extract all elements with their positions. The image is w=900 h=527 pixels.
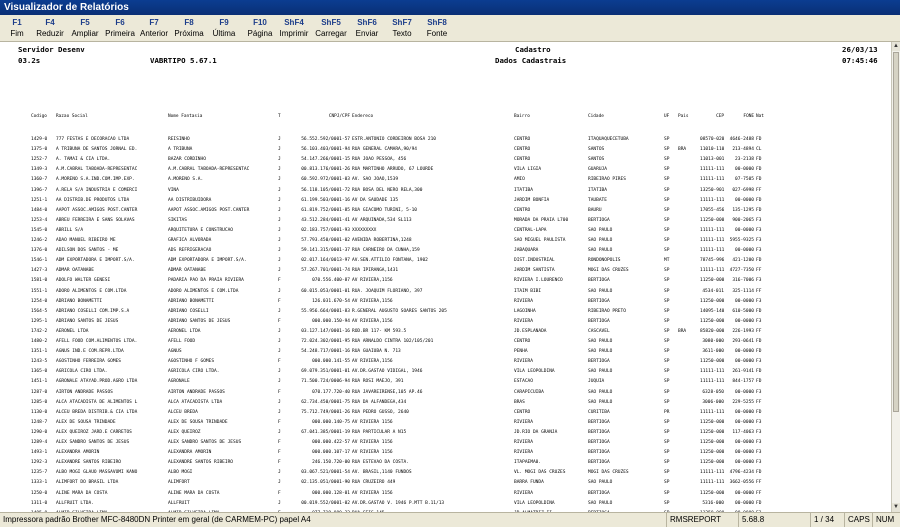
report-date: 26/03/13 [842, 45, 878, 54]
window-title: Visualizador de Relatórios [0, 0, 900, 15]
toolbar-label: Página [247, 29, 273, 38]
report-product: VABRTIPO 5.67.1 [150, 56, 217, 65]
toolbar-button-carregar[interactable]: ShF5 Carregar [314, 16, 348, 41]
scroll-down-arrow-icon[interactable]: ▼ [892, 503, 900, 512]
toolbar-key: F6 [115, 18, 125, 27]
column-header: Endereco [352, 114, 374, 119]
column-header: Bairro [514, 114, 530, 119]
report-title: Cadastro [515, 45, 551, 54]
status-version: 5.68.8 [738, 513, 810, 527]
toolbar-label: Fonte [426, 29, 448, 38]
toolbar-key: F5 [80, 18, 90, 27]
scroll-up-arrow-icon[interactable]: ▲ [892, 42, 900, 51]
toolbar-button-reduzir[interactable]: F4 Reduzir [33, 16, 67, 41]
toolbar-key: ShF6 [357, 18, 377, 27]
column-header: Nome Fantasia [168, 114, 203, 119]
toolbar-button-imprimir[interactable]: ShF4 Imprimir [277, 16, 311, 41]
column-header: T [278, 114, 281, 119]
toolbar-button-texto[interactable]: ShF7 Texto [385, 16, 419, 41]
column-header: Cidade [588, 114, 604, 119]
toolbar-key: F8 [184, 18, 194, 27]
column-header: Nat [756, 114, 764, 119]
report-version-code: 03.2s [18, 56, 41, 65]
toolbar-key: F9 [219, 18, 229, 27]
toolbar-key: ShF5 [321, 18, 341, 27]
toolbar-key: F7 [149, 18, 159, 27]
toolbar-button-fonte[interactable]: ShF8 Fonte [420, 16, 454, 41]
toolbar-label: Reduzir [36, 29, 64, 38]
vertical-scrollbar[interactable]: ▲ ▼ [891, 42, 900, 512]
column-header: Razao Social [56, 114, 88, 119]
toolbar-label: Carregar [315, 29, 347, 38]
toolbar-key: F10 [253, 18, 267, 27]
status-printer: Impressora padrão Brother MFC-8480DN Pri… [3, 515, 311, 524]
toolbar-label: Fim [10, 29, 24, 38]
toolbar-label: Enviar [355, 29, 379, 38]
column-header: FONE [743, 114, 754, 119]
toolbar-button-ultima[interactable]: F9 Última [207, 16, 241, 41]
column-header: Codigo [31, 114, 47, 119]
toolbar-key: ShF8 [427, 18, 447, 27]
toolbar-key: ShF4 [284, 18, 304, 27]
toolbar-label: Imprimir [279, 29, 309, 38]
toolbar-label: Ampliar [71, 29, 99, 38]
report-page: Servidor Desenv 03.2s VABRTIPO 5.67.1 Ca… [0, 42, 891, 512]
toolbar-button-proxima[interactable]: F8 Próxima [172, 16, 206, 41]
scroll-thumb[interactable] [893, 52, 899, 412]
toolbar-label: Primeira [105, 29, 135, 38]
toolbar-label: Anterior [139, 29, 168, 38]
status-caps: CAPS [844, 513, 872, 527]
column-header: CNPJ/CPF [328, 114, 350, 119]
toolbar: F1 Fim F4 Reduzir F5 Ampliar F6 Primeira F7 Anter… [0, 15, 900, 42]
toolbar-label: Texto [392, 29, 412, 38]
status-page: 1 / 34 [810, 513, 844, 527]
report-subtitle: Dados Cadastrais [495, 56, 567, 65]
toolbar-button-primeira[interactable]: F6 Primeira [103, 16, 137, 41]
status-num: NUM [872, 513, 900, 527]
column-header: CEP [716, 114, 724, 119]
toolbar-button-anterior[interactable]: F7 Anterior [137, 16, 171, 41]
toolbar-button-ampliar[interactable]: F5 Ampliar [68, 16, 102, 41]
toolbar-key: F4 [45, 18, 55, 27]
column-header: Pais [678, 114, 689, 119]
toolbar-key: F1 [12, 18, 22, 27]
toolbar-label: Próxima [174, 29, 204, 38]
status-app: RMSREPORT [666, 513, 738, 527]
column-header: UF [664, 114, 670, 119]
toolbar-button-enviar[interactable]: ShF6 Enviar [350, 16, 384, 41]
report-company: Servidor Desenv [18, 45, 85, 54]
status-bar: Impressora padrão Brother MFC-8480DN Pri… [0, 512, 900, 527]
toolbar-label: Última [212, 29, 236, 38]
toolbar-key: ShF7 [392, 18, 412, 27]
toolbar-button-pagina[interactable]: F10 Página [243, 16, 277, 41]
toolbar-button-fim[interactable]: F1 Fim [0, 16, 34, 41]
report-time: 07:45:46 [842, 56, 878, 65]
